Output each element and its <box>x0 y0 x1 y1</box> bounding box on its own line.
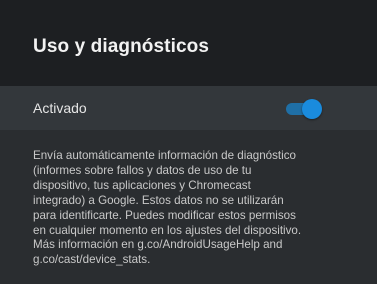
header: Uso y diagnósticos <box>0 0 377 86</box>
toggle-label: Activado <box>33 100 87 116</box>
page-title: Uso y diagnósticos <box>33 36 210 57</box>
usage-diagnostics-toggle-row[interactable]: Activado <box>0 86 377 130</box>
settings-panel: Uso y diagnósticos Activado Envía automá… <box>0 0 377 284</box>
toggle-switch[interactable] <box>286 99 322 119</box>
description-text: Envía automáticamente información de dia… <box>33 149 302 267</box>
switch-thumb <box>302 99 322 119</box>
